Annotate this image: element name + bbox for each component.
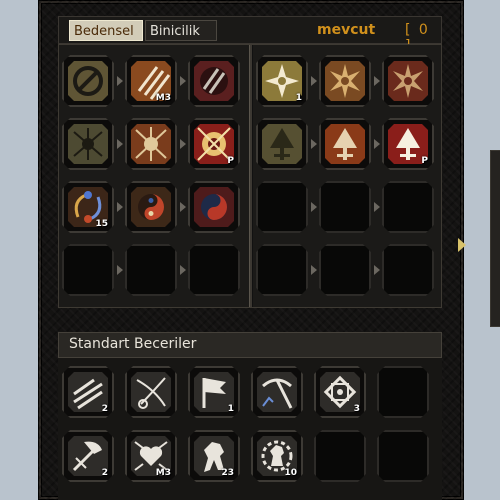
chain-arrow xyxy=(180,202,186,212)
standard-skills-header: Standart Beceriler xyxy=(58,332,442,358)
skill-slot[interactable] xyxy=(188,55,240,107)
skill-level-badge: P xyxy=(227,156,234,166)
empty-skill-slot xyxy=(377,430,429,482)
skill-slot[interactable]: 23 xyxy=(188,430,240,482)
chain-arrow xyxy=(117,139,123,149)
skill-slot[interactable] xyxy=(188,181,240,233)
empty-skill-slot xyxy=(256,181,308,233)
chain-arrow xyxy=(117,202,123,212)
empty-skill-slot xyxy=(382,181,434,233)
chain-arrow xyxy=(180,265,186,275)
pickaxe-icon xyxy=(257,372,297,412)
empty-skill-slot xyxy=(314,430,366,482)
standard-skills-panel: 2 1 3 2 M3 23 10 xyxy=(58,358,442,500)
skill-level-badge: 2 xyxy=(101,468,108,478)
chain-arrow xyxy=(117,76,123,86)
skill-level-badge: 3 xyxy=(353,404,360,414)
expand-arrow-icon[interactable] xyxy=(458,238,466,252)
yin-yang-icon xyxy=(131,187,171,227)
tab-binicilik[interactable]: Binicilik xyxy=(145,20,217,41)
skill-grid-panel: M3 P 15 1 P xyxy=(58,44,442,308)
tab-bedensel[interactable]: Bedensel xyxy=(69,20,143,41)
skill-slot[interactable]: P xyxy=(188,118,240,170)
slash-ring-icon xyxy=(68,61,108,101)
skill-slot[interactable]: 15 xyxy=(62,181,114,233)
skill-slot[interactable]: M3 xyxy=(125,430,177,482)
skill-slot[interactable] xyxy=(125,366,177,418)
skill-slot[interactable] xyxy=(125,181,177,233)
skill-level-badge: 1 xyxy=(295,93,302,103)
skill-slot[interactable] xyxy=(125,118,177,170)
chain-arrow xyxy=(374,265,380,275)
triple-slash-icon xyxy=(194,61,234,101)
chain-arrow xyxy=(374,139,380,149)
skill-slot[interactable]: 3 xyxy=(314,366,366,418)
skill-slot[interactable] xyxy=(256,118,308,170)
skill-level-badge: 10 xyxy=(284,468,297,478)
skill-level-badge: 2 xyxy=(101,404,108,414)
skill-level-badge: M3 xyxy=(155,93,171,103)
skill-slot[interactable]: 2 xyxy=(62,430,114,482)
chain-arrow xyxy=(311,265,317,275)
available-points-label: mevcut xyxy=(317,22,376,38)
empty-skill-slot xyxy=(62,244,114,296)
skill-slot[interactable] xyxy=(62,55,114,107)
spiral-icon xyxy=(194,187,234,227)
skill-slot[interactable]: 1 xyxy=(188,366,240,418)
chain-arrow xyxy=(311,76,317,86)
empty-skill-slot xyxy=(125,244,177,296)
skill-slot[interactable]: P xyxy=(382,118,434,170)
skill-slot[interactable] xyxy=(319,118,371,170)
skill-level-badge: 15 xyxy=(95,219,108,229)
whip-icon xyxy=(131,372,171,412)
chain-arrow xyxy=(374,76,380,86)
chain-arrow xyxy=(311,139,317,149)
empty-skill-slot xyxy=(256,244,308,296)
skill-slot[interactable]: M3 xyxy=(125,55,177,107)
tab-bar: Bedensel Binicilik mevcut [ 0 ] xyxy=(58,16,442,54)
skills-window: Bedensel Binicilik mevcut [ 0 ] M3 xyxy=(38,0,500,500)
spider-icon xyxy=(68,124,108,164)
panel-divider xyxy=(249,45,253,307)
scroll-track[interactable] xyxy=(490,150,500,327)
empty-skill-slot xyxy=(319,181,371,233)
empty-skill-slot xyxy=(382,244,434,296)
skill-level-badge: 23 xyxy=(221,468,234,478)
chain-arrow xyxy=(311,202,317,212)
chain-arrow xyxy=(180,76,186,86)
skill-level-badge: M3 xyxy=(155,468,171,478)
sun-wheel-icon xyxy=(325,61,365,101)
sword-tree-red-icon xyxy=(325,124,365,164)
spider-burst-icon xyxy=(131,124,171,164)
skill-level-badge: P xyxy=(421,156,428,166)
empty-skill-slot xyxy=(377,366,429,418)
sun-flare-icon xyxy=(388,61,428,101)
skill-slot[interactable] xyxy=(251,366,303,418)
chain-arrow xyxy=(374,202,380,212)
skill-slot[interactable]: 1 xyxy=(256,55,308,107)
skill-slot[interactable] xyxy=(382,55,434,107)
skill-level-badge: 1 xyxy=(227,404,234,414)
chain-arrow xyxy=(180,139,186,149)
sword-tree-icon xyxy=(262,124,302,164)
empty-skill-slot xyxy=(319,244,371,296)
skill-slot[interactable] xyxy=(62,118,114,170)
empty-skill-slot xyxy=(188,244,240,296)
chain-arrow xyxy=(117,265,123,275)
standard-skills-title: Standart Beceriler xyxy=(69,336,197,352)
skill-slot[interactable]: 2 xyxy=(62,366,114,418)
skill-slot[interactable]: 10 xyxy=(251,430,303,482)
skill-slot[interactable] xyxy=(319,55,371,107)
